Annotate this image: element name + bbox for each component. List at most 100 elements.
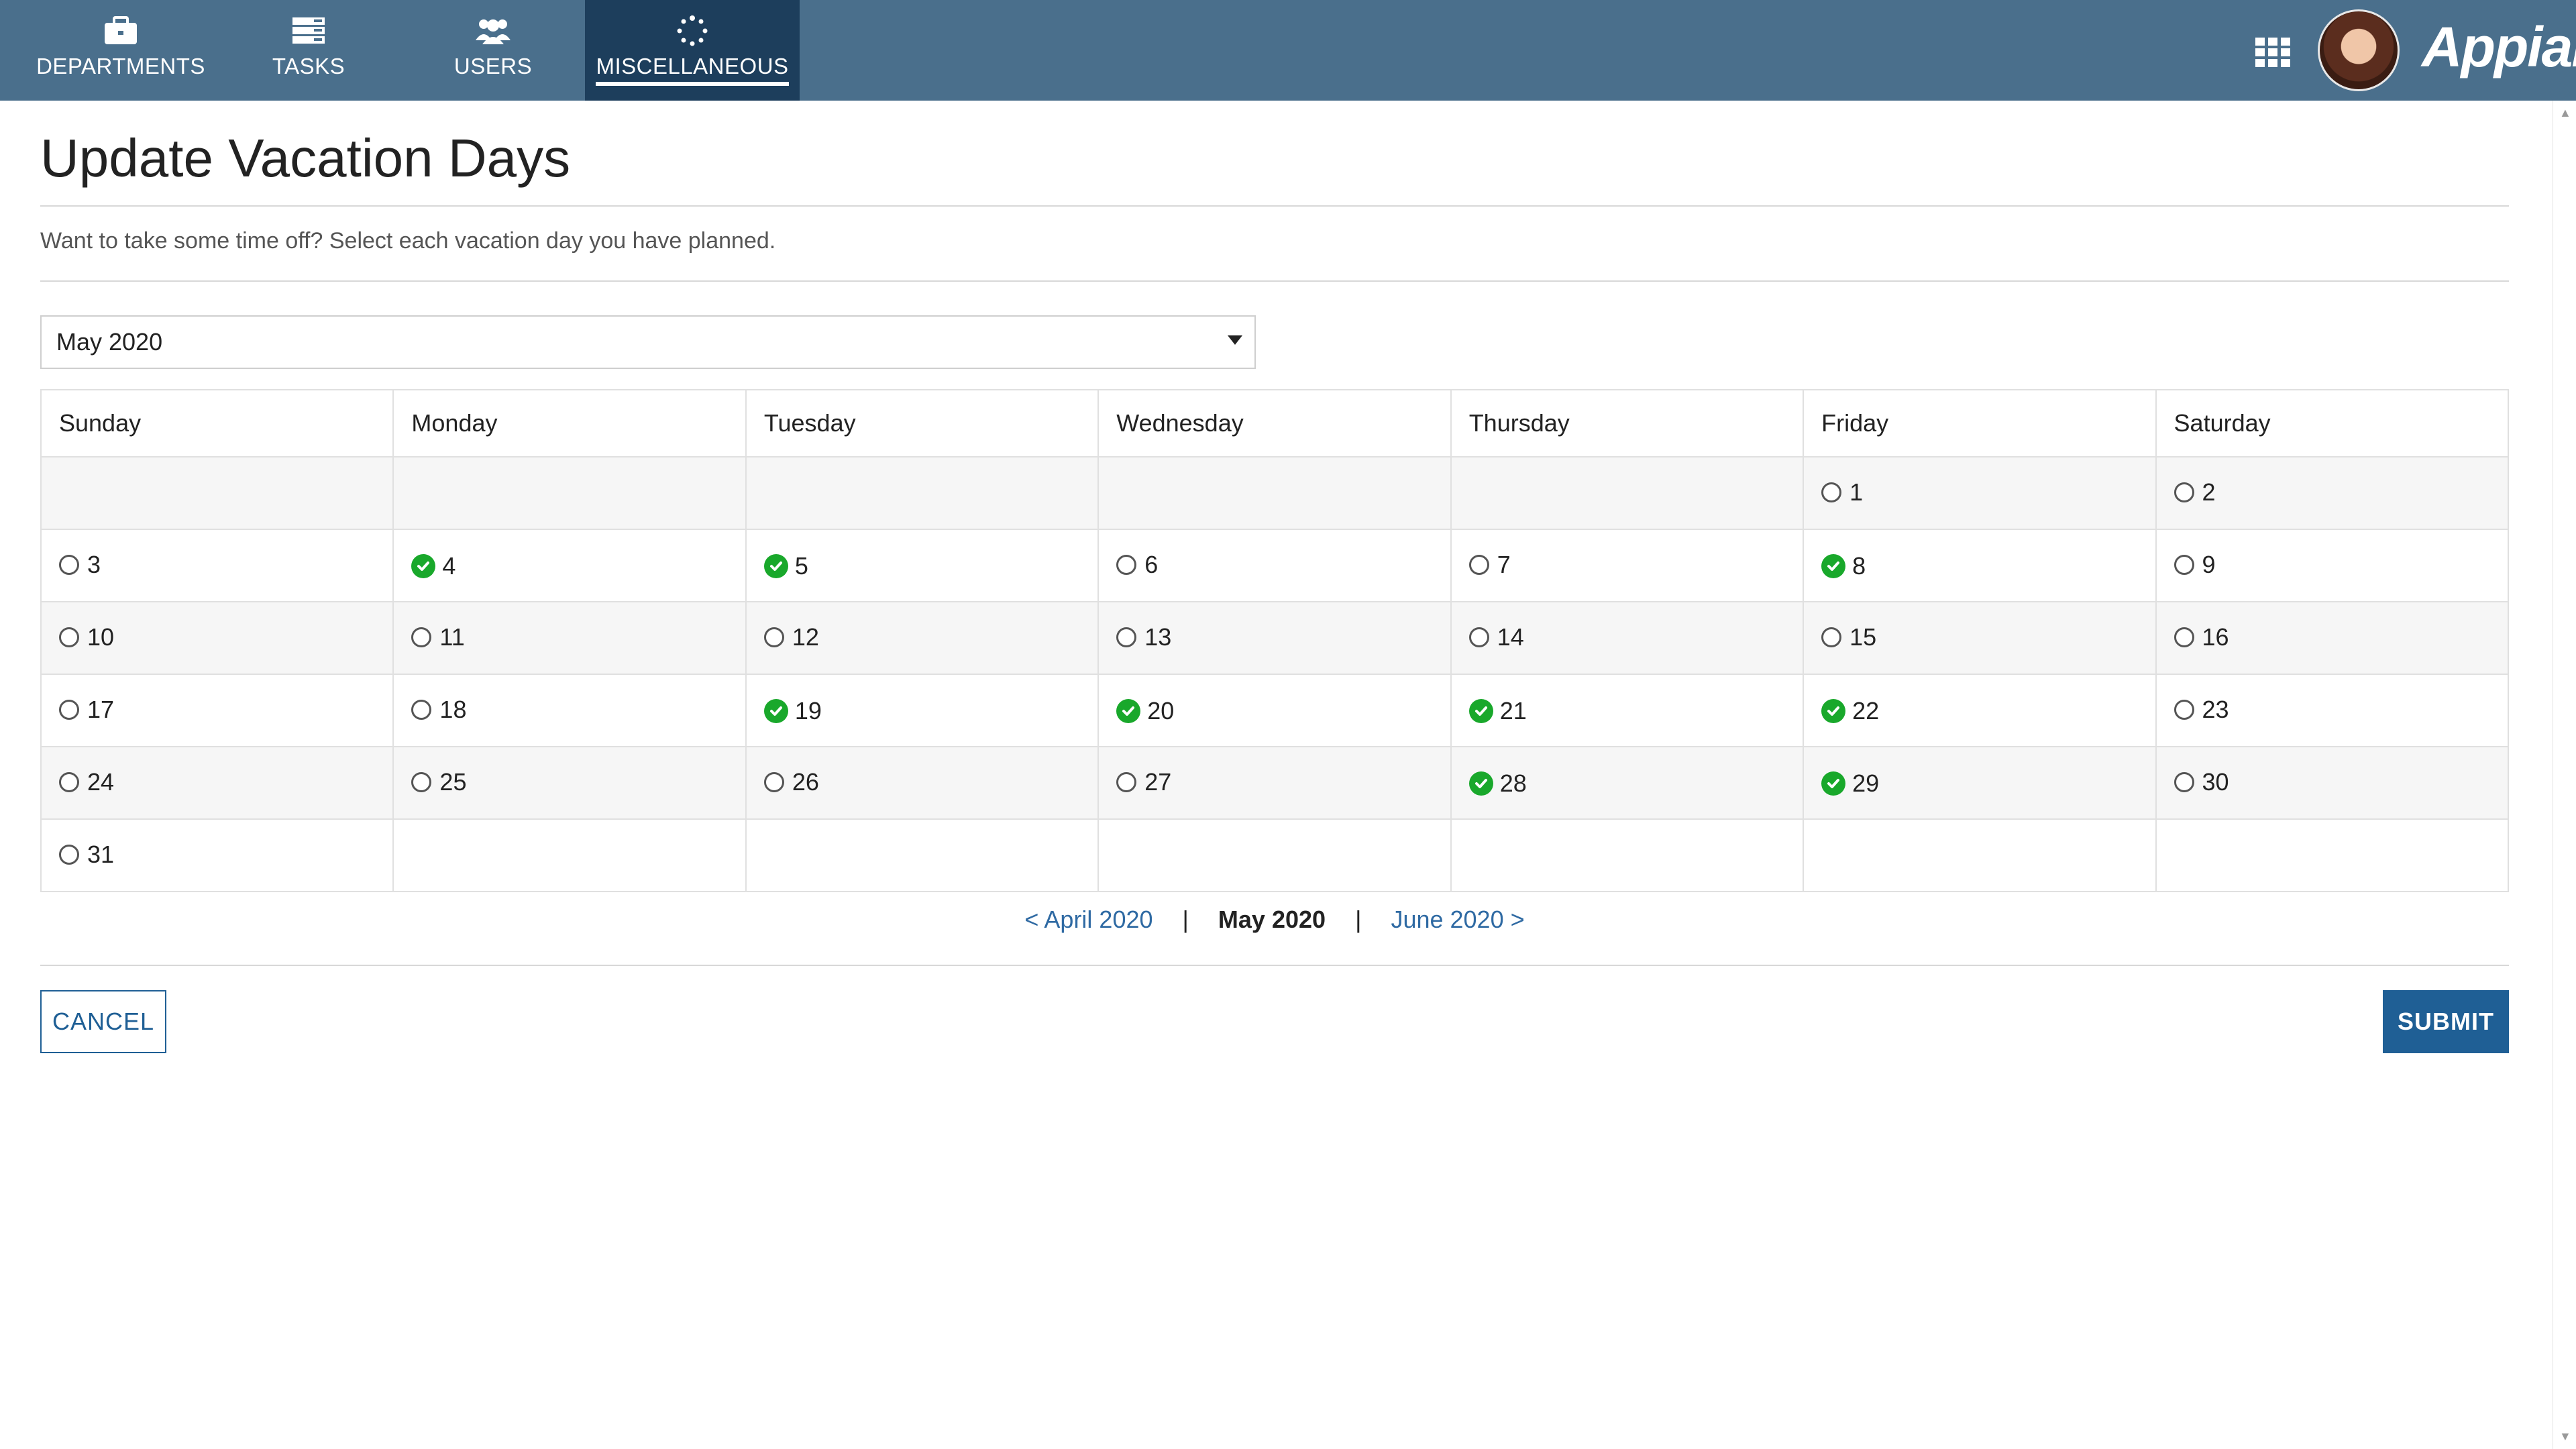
day-option[interactable]: 23 (2174, 696, 2229, 724)
day-option[interactable]: 26 (763, 768, 819, 796)
radio-circle-icon (59, 627, 79, 647)
radio-circle-icon (1468, 554, 1489, 575)
divider (40, 205, 2509, 207)
day-option[interactable]: 7 (1468, 551, 1511, 579)
day-label: 24 (87, 767, 115, 796)
calendar-week-row: 3 4 5 6 7 8 9 (40, 529, 2510, 602)
next-month-link[interactable]: June 2020 > (1391, 906, 1524, 933)
calendar-cell: 20 (1097, 674, 1452, 747)
calendar-cell: 12 (745, 601, 1099, 675)
day-option[interactable]: 29 (1821, 769, 1879, 798)
calendar-cell: 5 (745, 529, 1099, 602)
avatar[interactable] (2318, 9, 2400, 91)
tab-tasks[interactable]: TASKS (255, 0, 362, 101)
day-option[interactable]: 5 (763, 551, 808, 580)
day-option[interactable]: 20 (1116, 697, 1174, 725)
calendar-cell: 29 (1803, 746, 2157, 820)
tab-departments[interactable]: DEPARTMENTS (20, 0, 221, 101)
scrollbar[interactable]: ▲ ▼ (2553, 101, 2576, 1449)
calendar-cell: 27 (1097, 746, 1452, 820)
day-option[interactable]: 17 (59, 696, 114, 724)
day-option[interactable]: 6 (1116, 551, 1158, 579)
radio-circle-icon (2174, 699, 2194, 720)
radio-circle-icon (59, 771, 79, 792)
day-option[interactable]: 21 (1468, 696, 1527, 725)
day-label: 11 (439, 623, 465, 651)
day-option[interactable]: 28 (1468, 769, 1527, 798)
divider (40, 280, 2509, 282)
day-option[interactable]: 15 (1821, 623, 1876, 651)
radio-circle-icon (2174, 482, 2194, 502)
day-option[interactable]: 22 (1821, 697, 1879, 725)
calendar-cell (1803, 818, 2157, 892)
calendar-cell (392, 456, 747, 530)
day-option[interactable]: 18 (411, 696, 466, 724)
weekday-header: Monday (392, 389, 747, 458)
check-circle-icon (1116, 698, 1141, 723)
day-option[interactable]: 2 (2174, 478, 2216, 506)
radio-circle-icon (59, 844, 79, 865)
top-navbar: DEPARTMENTS TASKS USERS MISCELLANEOUS Ap… (0, 0, 2576, 101)
day-label: 5 (794, 551, 808, 580)
calendar-cell: 14 (1450, 601, 1805, 675)
calendar-cell (40, 456, 394, 530)
day-option[interactable]: 10 (59, 623, 114, 651)
day-label: 27 (1144, 767, 1172, 796)
pager-separator: | (1355, 906, 1362, 933)
month-dropdown[interactable]: May 2020 (40, 315, 1256, 369)
calendar-cell: 25 (392, 746, 747, 820)
day-option[interactable]: 11 (411, 623, 465, 651)
day-option[interactable]: 8 (1821, 552, 1866, 580)
day-option[interactable]: 12 (763, 623, 819, 651)
day-label: 2 (2202, 478, 2216, 506)
day-option[interactable]: 27 (1116, 768, 1171, 796)
radio-circle-icon (2174, 627, 2194, 647)
day-label: 8 (1852, 551, 1866, 580)
submit-button[interactable]: SUBMIT (2383, 990, 2509, 1053)
radio-circle-icon (1821, 627, 1842, 647)
day-option[interactable]: 25 (411, 768, 466, 796)
day-option[interactable]: 16 (2174, 623, 2229, 651)
prev-month-link[interactable]: < April 2020 (1024, 906, 1152, 933)
tasks-icon (291, 12, 326, 50)
tab-users-label: USERS (453, 54, 533, 78)
calendar-week-row: 24 25 26 27 28 29 30 (40, 746, 2510, 820)
radio-circle-icon (1116, 771, 1137, 792)
calendar-cell: 22 (1803, 674, 2157, 747)
calendar-cell (745, 818, 1099, 892)
calendar-cell: 21 (1450, 674, 1805, 747)
day-label: 25 (439, 767, 467, 796)
radio-circle-icon (1116, 627, 1137, 647)
appian-logo: Appian (2422, 15, 2576, 78)
scroll-up-icon[interactable]: ▲ (2559, 106, 2571, 120)
calendar-cell (1450, 456, 1805, 530)
tab-tasks-label: TASKS (272, 54, 345, 78)
calendar-cell (1097, 456, 1452, 530)
day-option[interactable]: 24 (59, 768, 114, 796)
day-option[interactable]: 9 (2174, 551, 2216, 579)
tab-users[interactable]: USERS (443, 0, 543, 101)
day-label: 16 (2202, 623, 2229, 651)
cancel-button[interactable]: CANCEL (40, 990, 166, 1053)
day-option[interactable]: 31 (59, 841, 114, 869)
day-option[interactable]: 13 (1116, 623, 1171, 651)
day-label: 21 (1499, 696, 1527, 724)
check-circle-icon (763, 698, 788, 723)
day-option[interactable]: 1 (1821, 478, 1863, 506)
scroll-down-icon[interactable]: ▼ (2559, 1430, 2571, 1444)
calendar-cell: 8 (1803, 529, 2157, 602)
day-option[interactable]: 30 (2174, 768, 2229, 796)
calendar-cell: 10 (40, 601, 394, 675)
day-option[interactable]: 4 (411, 552, 455, 580)
tab-departments-label: DEPARTMENTS (36, 54, 205, 78)
calendar-cell: 24 (40, 746, 394, 820)
radio-circle-icon (1821, 482, 1842, 502)
tab-miscellaneous[interactable]: MISCELLANEOUS (585, 0, 800, 101)
day-option[interactable]: 3 (59, 551, 101, 579)
day-option[interactable]: 14 (1468, 623, 1524, 651)
day-option[interactable]: 19 (763, 697, 822, 725)
grid-icon[interactable] (2254, 34, 2292, 71)
radio-circle-icon (411, 771, 432, 792)
day-label: 28 (1499, 769, 1527, 797)
calendar-cell (392, 818, 747, 892)
